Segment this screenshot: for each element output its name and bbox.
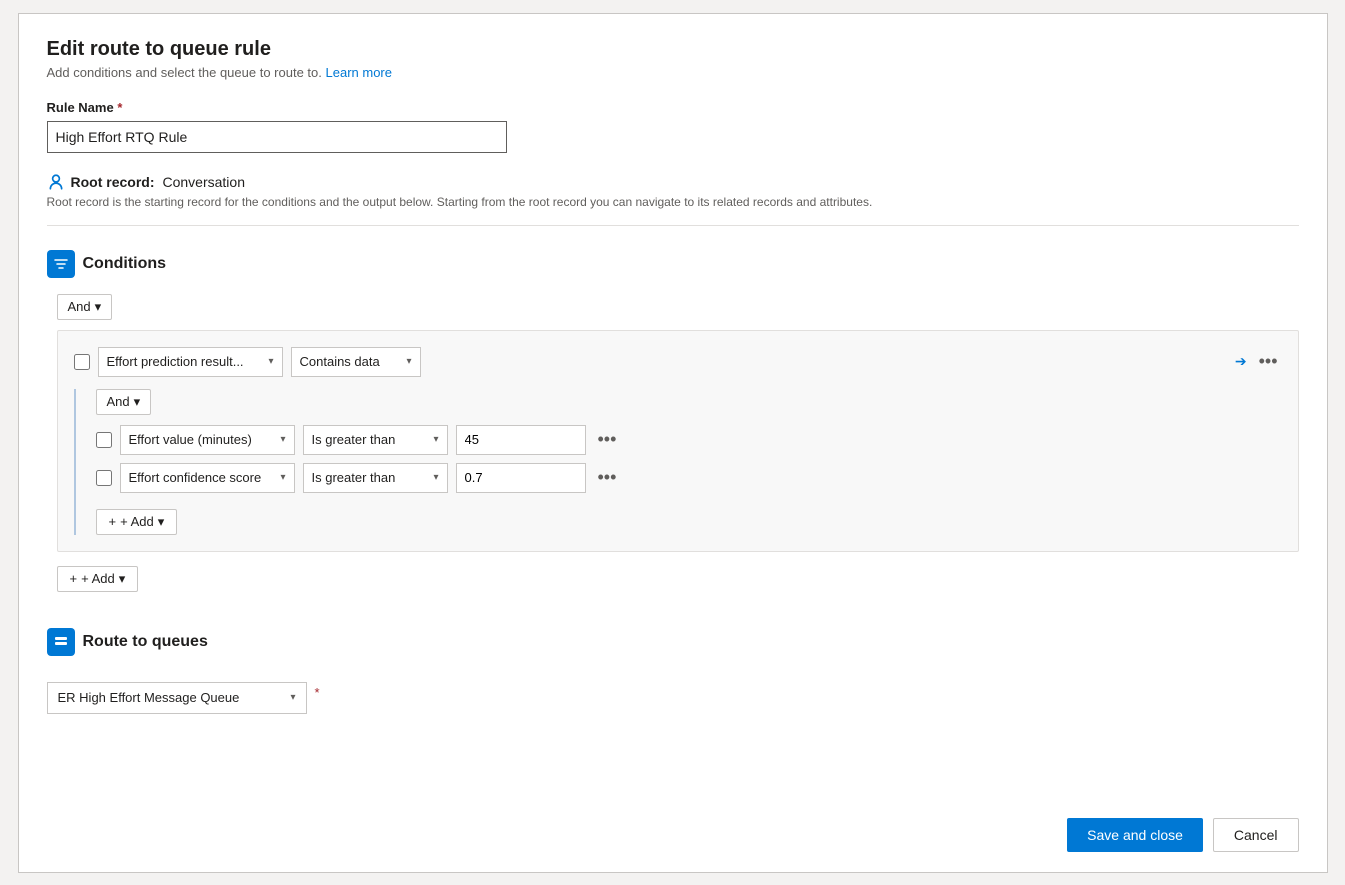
conditions-section-header: Conditions <box>47 250 1299 278</box>
effort-val-chevron-icon: ▾ <box>280 434 285 445</box>
is-greater2-chevron-icon: ▾ <box>433 472 438 483</box>
effort-value-dropdown[interactable]: Effort value (minutes) ▾ <box>120 425 295 455</box>
queue-dropdown[interactable]: ER High Effort Message Queue ▾ <box>47 682 307 714</box>
root-record-title: Root record: Conversation <box>47 173 1299 191</box>
inner-add-button[interactable]: + + Add ▾ <box>96 509 178 535</box>
subtitle-text: Add conditions and select the queue to r… <box>47 65 1299 80</box>
effort-prediction-dropdown[interactable]: Effort prediction result... ▾ <box>98 347 283 377</box>
route-queues-header: Route to queues <box>47 628 1299 656</box>
contains-data-dropdown[interactable]: Contains data ▾ <box>291 347 421 377</box>
page-title: Edit route to queue rule <box>47 38 1299 61</box>
and-dropdown-btn[interactable]: And ▾ <box>57 294 113 320</box>
more-options-icon[interactable]: ••• <box>1255 351 1282 372</box>
inner-add-plus: + <box>109 514 117 529</box>
save-and-close-button[interactable]: Save and close <box>1067 818 1203 852</box>
learn-more-link[interactable]: Learn more <box>326 65 392 80</box>
route-queues-section: Route to queues ER High Effort Message Q… <box>47 628 1299 714</box>
effort-conf-chevron-icon: ▾ <box>280 472 285 483</box>
inner-add-chevron-icon: ▾ <box>158 514 165 530</box>
effort-confidence-input[interactable] <box>456 463 586 493</box>
conditions-section-icon <box>47 250 75 278</box>
root-record-section: Root record: Conversation Root record is… <box>47 173 1299 226</box>
queue-chevron-icon: ▾ <box>290 692 295 703</box>
root-record-desc: Root record is the starting record for t… <box>47 195 1299 209</box>
effort-value-operator-dropdown[interactable]: Is greater than ▾ <box>303 425 448 455</box>
contains-chevron-icon: ▾ <box>406 356 411 367</box>
route-queues-icon <box>47 628 75 656</box>
effort-conf-more-icon[interactable]: ••• <box>594 467 621 488</box>
effort-value-row: Effort value (minutes) ▾ Is greater than… <box>96 425 1282 455</box>
root-record-icon <box>47 173 65 191</box>
effort-confidence-operator-dropdown[interactable]: Is greater than ▾ <box>303 463 448 493</box>
and-chevron-icon: ▾ <box>95 299 102 315</box>
outer-add-button[interactable]: + + Add ▾ <box>57 566 139 592</box>
is-greater-chevron-icon: ▾ <box>433 434 438 445</box>
route-queues-title: Route to queues <box>83 633 208 651</box>
effort-value-more-icon[interactable]: ••• <box>594 429 621 450</box>
effort-confidence-row: Effort confidence score ▾ Is greater tha… <box>96 463 1282 493</box>
inner-conditions: And ▾ Effort value (minutes) ▾ Is greate… <box>74 389 1282 535</box>
outer-add-chevron-icon: ▾ <box>119 571 126 587</box>
rule-name-label: Rule Name * <box>47 100 1299 115</box>
rule-name-input[interactable] <box>47 121 507 153</box>
inner-and-wrapper: And ▾ <box>96 389 1282 415</box>
top-condition-checkbox[interactable] <box>74 354 90 370</box>
outer-add-plus: + <box>70 571 78 586</box>
edit-rule-modal: Edit route to queue rule Add conditions … <box>18 13 1328 873</box>
effort-confidence-checkbox[interactable] <box>96 470 112 486</box>
footer-buttons: Save and close Cancel <box>1067 818 1298 852</box>
expand-icon[interactable]: ➔ <box>1235 353 1247 370</box>
queue-selector-row: ER High Effort Message Queue ▾ * <box>47 672 1299 714</box>
effort-value-input[interactable] <box>456 425 586 455</box>
queue-required-star: * <box>315 685 320 700</box>
effort-value-checkbox[interactable] <box>96 432 112 448</box>
effort-pred-chevron-icon: ▾ <box>268 356 273 367</box>
main-condition-block: Effort prediction result... ▾ Contains d… <box>57 330 1299 552</box>
top-condition-row: Effort prediction result... ▾ Contains d… <box>74 347 1282 377</box>
cancel-button[interactable]: Cancel <box>1213 818 1299 852</box>
inner-and-dropdown-btn[interactable]: And ▾ <box>96 389 152 415</box>
effort-confidence-dropdown[interactable]: Effort confidence score ▾ <box>120 463 295 493</box>
conditions-area: And ▾ Effort prediction result... ▾ Cont… <box>47 294 1299 592</box>
inner-and-chevron-icon: ▾ <box>134 394 141 410</box>
conditions-title: Conditions <box>83 255 167 273</box>
